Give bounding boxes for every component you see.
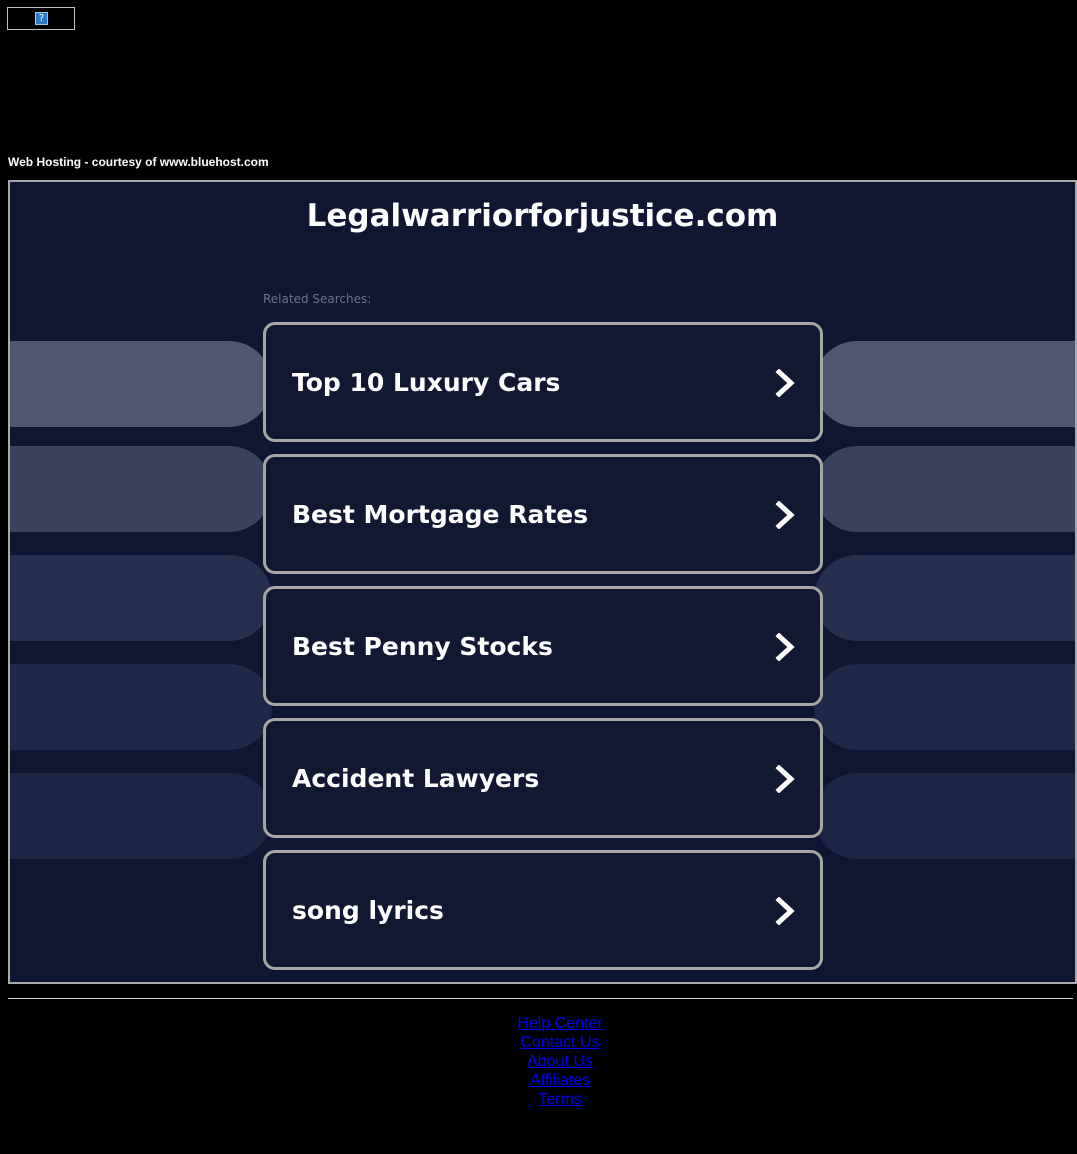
hosting-credit: Web Hosting - courtesy of www.bluehost.c…: [8, 155, 269, 169]
decorative-pill: [10, 555, 272, 641]
chevron-right-icon: [775, 765, 795, 793]
search-link-label: song lyrics: [292, 895, 444, 925]
search-link-label: Top 10 Luxury Cars: [292, 367, 561, 397]
affiliates-link[interactable]: Affiliates: [0, 1071, 1077, 1090]
parking-panel: Legalwarriorforjustice.com Related Searc…: [8, 180, 1077, 984]
chevron-right-icon: [775, 501, 795, 529]
footer-divider: [8, 998, 1073, 999]
search-link-label: Accident Lawyers: [292, 763, 540, 793]
decorative-pill: [814, 664, 1075, 750]
decorative-pill: [814, 555, 1075, 641]
about-us-link[interactable]: About Us: [0, 1052, 1077, 1071]
contact-us-link[interactable]: Contact Us: [0, 1033, 1077, 1052]
search-link-label: Best Mortgage Rates: [292, 499, 589, 529]
decorative-pill: [814, 773, 1075, 859]
decorative-pill: [10, 664, 272, 750]
question-mark-icon: ?: [35, 12, 48, 25]
related-searches-label: Related Searches:: [263, 292, 372, 306]
search-link-card[interactable]: Accident Lawyers: [263, 718, 823, 838]
search-link-card[interactable]: Top 10 Luxury Cars: [263, 322, 823, 442]
chevron-right-icon: [775, 633, 795, 661]
help-center-link[interactable]: Help Center: [0, 1014, 1077, 1033]
chevron-right-icon: [775, 369, 795, 397]
search-link-label: Best Penny Stocks: [292, 631, 553, 661]
site-title: Legalwarriorforjustice.com: [306, 198, 779, 234]
search-link-card[interactable]: Best Mortgage Rates: [263, 454, 823, 574]
footer-links: Help Center Contact Us About Us Affiliat…: [0, 1014, 1077, 1109]
decorative-pill: [814, 341, 1075, 427]
search-link-card[interactable]: song lyrics: [263, 850, 823, 970]
terms-link[interactable]: Terms: [0, 1090, 1077, 1109]
decorative-pill: [10, 341, 272, 427]
decorative-pill: [10, 446, 272, 532]
decorative-pill: [814, 446, 1075, 532]
search-link-card[interactable]: Best Penny Stocks: [263, 586, 823, 706]
decorative-pill: [10, 773, 272, 859]
banner-placeholder[interactable]: ?: [7, 7, 75, 30]
chevron-right-icon: [775, 897, 795, 925]
